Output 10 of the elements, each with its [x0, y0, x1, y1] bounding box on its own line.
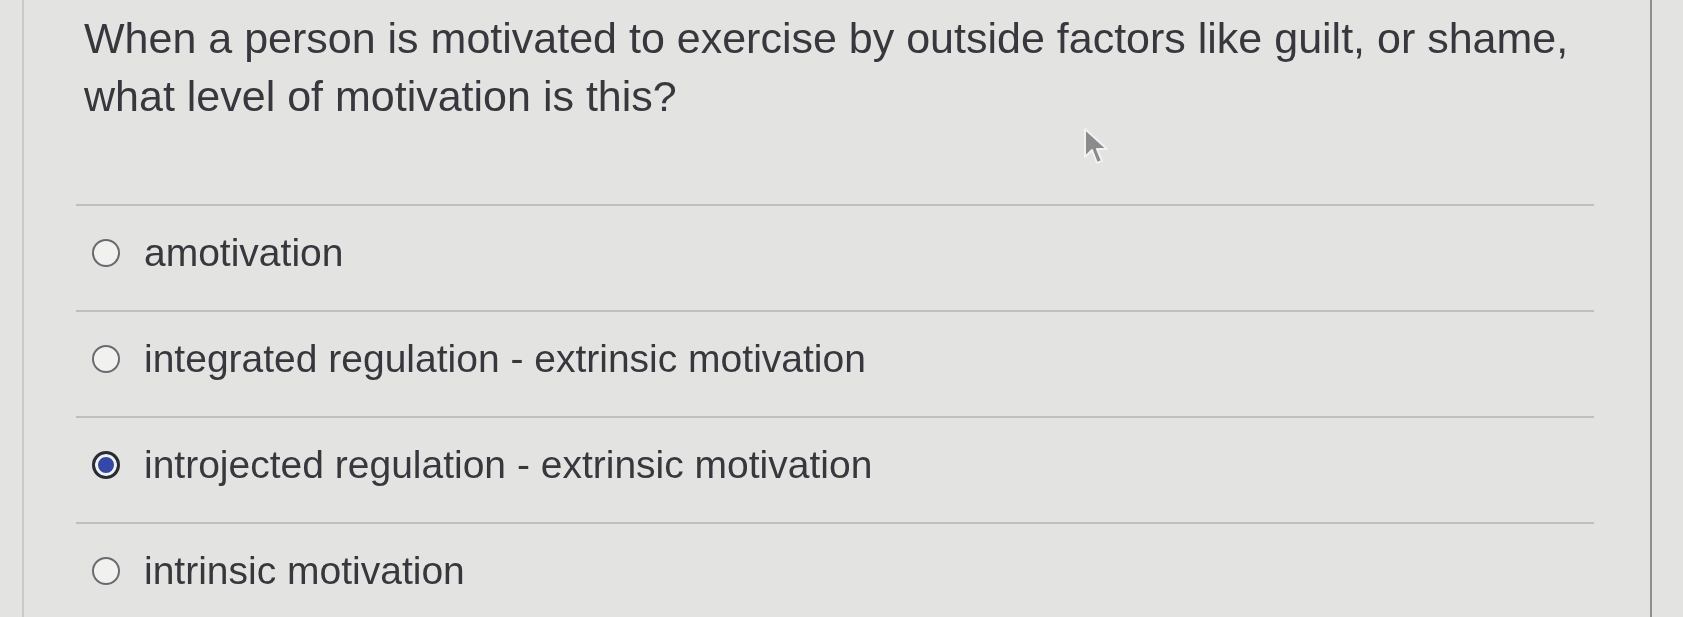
option-label[interactable]: introjected regulation - extrinsic motivation — [144, 443, 873, 487]
option-label[interactable]: amotivation — [144, 231, 344, 275]
radio-button[interactable] — [92, 557, 120, 585]
radio-button[interactable] — [92, 451, 120, 479]
radio-button[interactable] — [92, 239, 120, 267]
option-label[interactable]: intrinsic motivation — [144, 549, 465, 593]
option-label[interactable]: integrated regulation - extrinsic motivation — [144, 337, 866, 381]
question-text: When a person is motivated to exercise by outside factors like guilt, or shame, what level of motivation is this? — [84, 13, 1570, 122]
radio-button[interactable] — [92, 345, 120, 373]
mouse-pointer-icon — [1083, 127, 1109, 167]
